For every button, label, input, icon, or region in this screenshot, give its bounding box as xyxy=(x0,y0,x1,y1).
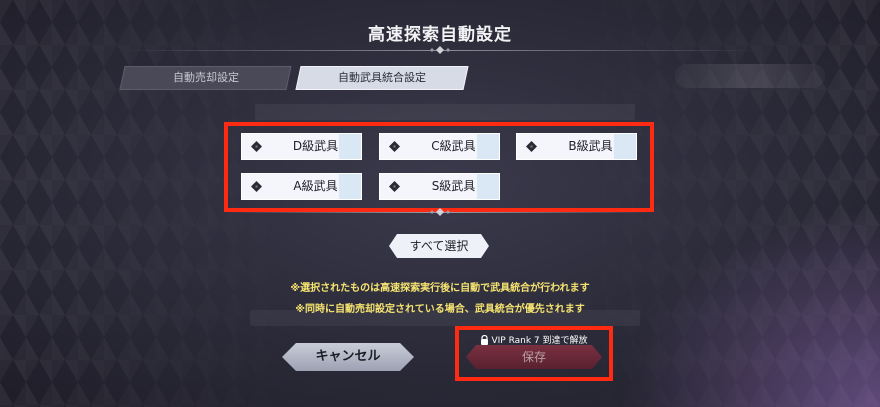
faded-background-row xyxy=(255,104,635,120)
dialog-title: 高速探索自動設定 xyxy=(368,25,512,45)
select-all-button[interactable]: すべて選択 xyxy=(389,234,489,258)
tab-label: 自動武具統合設定 xyxy=(338,71,426,84)
ornament-icon xyxy=(430,46,450,54)
notice-text: ※選択されたものは高速探索実行後に自動で武具統合が行われます xyxy=(290,283,590,294)
notice-text: ※同時に自動売却設定されている場合、武具統合が優先されます xyxy=(295,304,585,315)
highlight-box-save xyxy=(455,326,613,381)
cancel-button[interactable]: キャンセル xyxy=(282,343,414,371)
tab-auto-merge[interactable]: 自動武具統合設定 xyxy=(295,66,469,90)
faded-background-element xyxy=(675,64,825,88)
tab-auto-sell[interactable]: 自動売却設定 xyxy=(119,66,292,90)
highlight-box-grades xyxy=(224,122,654,212)
ornament-icon xyxy=(430,208,450,216)
tab-label: 自動売却設定 xyxy=(172,71,239,84)
